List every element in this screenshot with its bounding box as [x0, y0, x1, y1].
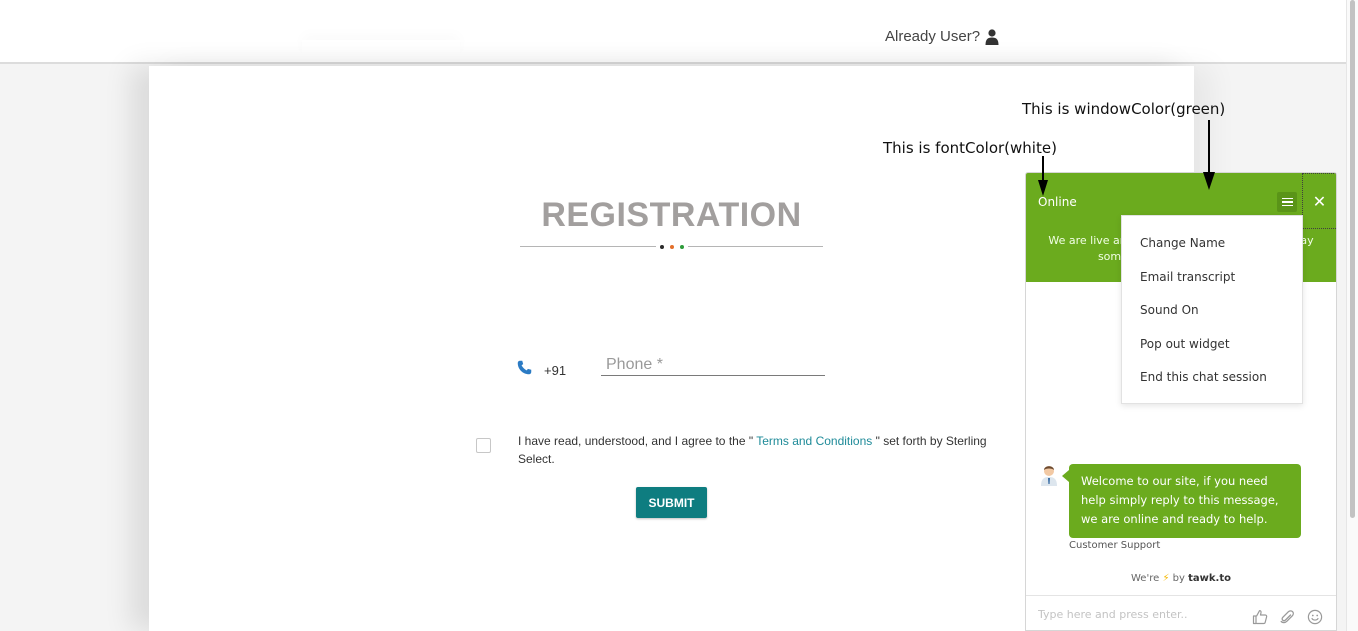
agent-avatar-icon [1041, 466, 1057, 486]
chat-message-input[interactable] [1038, 608, 1238, 621]
chat-branding[interactable]: We're ⚡ by tawk.to [1026, 573, 1336, 584]
close-icon[interactable]: ✕ [1302, 173, 1336, 229]
page-scrollbar[interactable] [1346, 0, 1358, 631]
user-icon [985, 28, 999, 45]
menu-item-sound-on[interactable]: Sound On [1122, 296, 1302, 330]
menu-item-change-name[interactable]: Change Name [1122, 229, 1302, 263]
chat-widget: Online We are live and ready to chat wit… [1025, 172, 1337, 631]
terms-checkbox[interactable] [476, 438, 491, 453]
submit-button[interactable]: SUBMIT [636, 487, 707, 518]
top-navbar: Already User? [0, 0, 1346, 64]
chat-message: Welcome to our site, if you need help si… [1062, 464, 1301, 538]
already-user-link[interactable]: Already User? [885, 28, 999, 45]
country-code[interactable]: +91 [544, 363, 566, 378]
chat-status: Online [1038, 195, 1077, 209]
terms-prefix: I have read, understood, and I agree to … [518, 434, 754, 448]
chat-options-menu: Change Name Email transcript Sound On Po… [1121, 215, 1303, 404]
dot-3 [680, 244, 684, 249]
menu-item-email-transcript[interactable]: Email transcript [1122, 263, 1302, 297]
agent-name: Customer Support [1069, 540, 1161, 551]
menu-icon[interactable] [1277, 192, 1297, 212]
branding-by: by [1172, 573, 1185, 584]
menu-item-end-session[interactable]: End this chat session [1122, 363, 1302, 397]
branding-brand[interactable]: tawk.to [1188, 573, 1231, 584]
branding-prefix: We're [1131, 573, 1160, 584]
smiley-icon[interactable] [1307, 609, 1323, 625]
phone-input[interactable] [601, 354, 825, 376]
thumbs-up-icon[interactable] [1252, 609, 1268, 625]
phone-icon [517, 360, 532, 375]
scrollbar-thumb[interactable] [1350, 0, 1355, 518]
dot-2 [670, 244, 674, 249]
bolt-icon: ⚡ [1162, 573, 1170, 584]
menu-item-pop-out[interactable]: Pop out widget [1122, 330, 1302, 364]
terms-link[interactable]: Terms and Conditions [753, 434, 876, 448]
paperclip-icon[interactable] [1279, 609, 1295, 625]
title-dots [656, 242, 688, 251]
already-user-label[interactable]: Already User? [885, 28, 980, 45]
dot-1 [660, 244, 664, 249]
chat-input-row [1026, 595, 1336, 630]
annotation-font-color: This is fontColor(white) [883, 139, 1057, 157]
nav-tab-placeholder [302, 40, 460, 58]
annotation-window-color: This is windowColor(green) [1022, 100, 1226, 118]
terms-text: I have read, understood, and I agree to … [518, 432, 1008, 468]
